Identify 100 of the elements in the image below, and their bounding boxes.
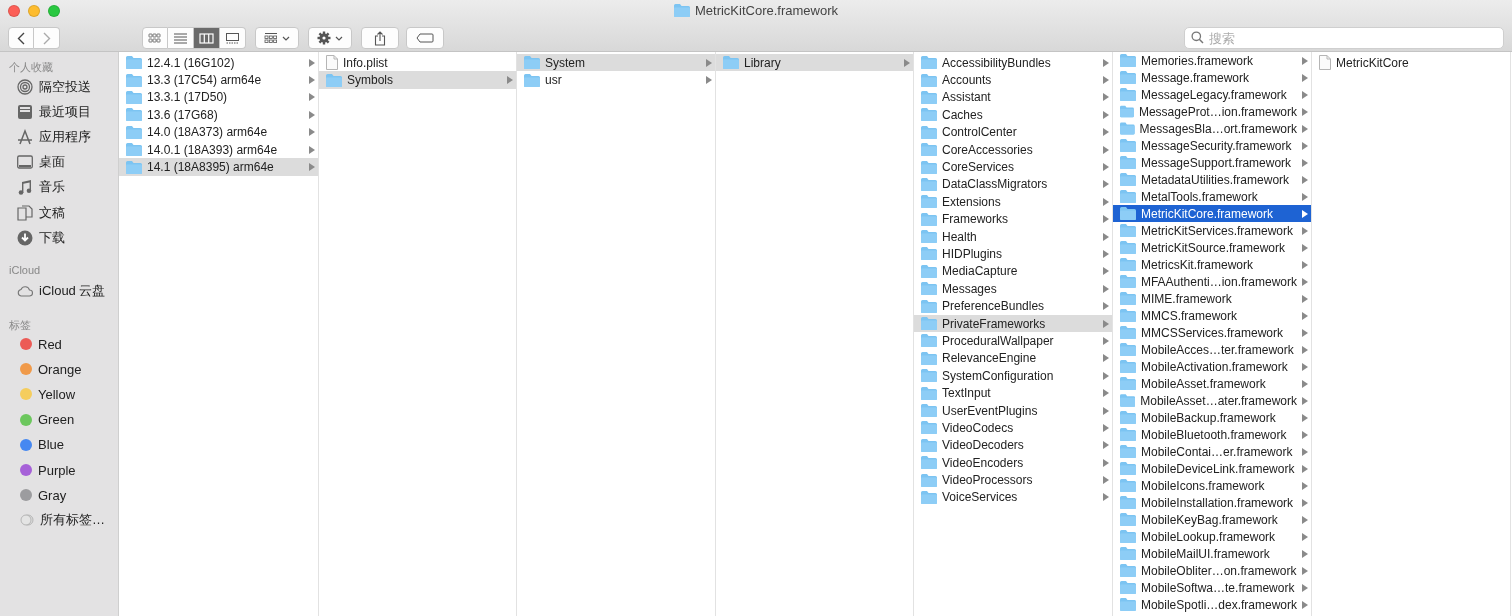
- file-row[interactable]: MobileLookup.framework: [1113, 528, 1311, 545]
- file-row[interactable]: UserEventPlugins: [914, 401, 1112, 420]
- file-row[interactable]: SystemConfiguration: [914, 367, 1112, 385]
- file-row[interactable]: MobileMailUI.framework: [1113, 545, 1311, 562]
- selected-row[interactable]: Symbols: [319, 71, 516, 89]
- file-row[interactable]: MediaCapture: [914, 262, 1112, 281]
- file-row[interactable]: 12.4.1 (16G102): [119, 54, 318, 72]
- file-row[interactable]: TextInput: [914, 384, 1112, 402]
- file-row[interactable]: MetadataUtilities.framework: [1113, 171, 1311, 188]
- search-field[interactable]: 搜索: [1184, 27, 1504, 49]
- zoom-button[interactable]: [48, 5, 60, 17]
- sidebar-item[interactable]: 桌面: [39, 153, 65, 172]
- file-row[interactable]: 13.3 (17C54) arm64e: [119, 71, 318, 89]
- file-row[interactable]: RelevanceEngine: [914, 349, 1112, 368]
- file-row[interactable]: Memories.framework: [1113, 52, 1311, 69]
- file-row[interactable]: usr: [517, 71, 715, 89]
- file-row[interactable]: Health: [914, 227, 1112, 246]
- file-row[interactable]: MIME.framework: [1113, 290, 1311, 307]
- sidebar-item[interactable]: 下载: [39, 228, 65, 247]
- file-row[interactable]: MetricKitSource.framework: [1113, 239, 1311, 256]
- file-row[interactable]: MobileObliter…on.framework: [1113, 562, 1311, 579]
- file-row[interactable]: MobileInstallation.framework: [1113, 494, 1311, 511]
- file-row[interactable]: MobileActivation.framework: [1113, 358, 1311, 375]
- file-row[interactable]: MFAAuthenti…ion.framework: [1113, 273, 1311, 290]
- file-row[interactable]: Extensions: [914, 193, 1112, 211]
- file-row[interactable]: CoreServices: [914, 158, 1112, 176]
- sidebar-item[interactable]: Green: [38, 412, 75, 428]
- file-row[interactable]: HIDPlugins: [914, 245, 1112, 263]
- sidebar-item[interactable]: 音乐: [39, 178, 65, 197]
- file-row[interactable]: VideoDecoders: [914, 436, 1112, 454]
- selected-row[interactable]: MetricKitCore.framework: [1113, 205, 1311, 222]
- sidebar-item[interactable]: 所有标签…: [40, 511, 105, 530]
- sidebar-item[interactable]: iCloud 云盘: [39, 281, 106, 300]
- file-row[interactable]: MobileDeviceLink.framework: [1113, 460, 1311, 477]
- sidebar-item[interactable]: Orange: [38, 361, 82, 377]
- file-row[interactable]: MobileAsset.framework: [1113, 375, 1311, 392]
- sidebar-item[interactable]: Yellow: [38, 386, 76, 402]
- file-row[interactable]: 13.6 (17G68): [119, 106, 318, 124]
- selected-row[interactable]: Library: [716, 54, 913, 72]
- file-row[interactable]: MobileSpotli…dex.framework: [1113, 596, 1311, 613]
- file-row[interactable]: MessageProt…ion.framework: [1113, 103, 1311, 120]
- file-row[interactable]: ControlCenter: [914, 123, 1112, 141]
- selected-row[interactable]: System: [517, 54, 715, 72]
- minimize-button[interactable]: [28, 5, 40, 17]
- view-mode-button[interactable]: [194, 27, 220, 49]
- file-row[interactable]: VideoProcessors: [914, 471, 1112, 489]
- file-row[interactable]: MMCSServices.framework: [1113, 324, 1311, 341]
- file-row[interactable]: Assistant: [914, 88, 1112, 107]
- file-row[interactable]: 14.0 (18A373) arm64e: [119, 123, 318, 141]
- file-row[interactable]: VoiceServices: [914, 488, 1112, 507]
- file-row[interactable]: MessageSupport.framework: [1113, 154, 1311, 171]
- back-button[interactable]: [8, 27, 34, 49]
- file-row[interactable]: MobileIcons.framework: [1113, 477, 1311, 494]
- file-row[interactable]: MessageSecurity.framework: [1113, 137, 1311, 154]
- file-row[interactable]: MobileAcces…ter.framework: [1113, 341, 1311, 358]
- file-row[interactable]: MMCS.framework: [1113, 307, 1311, 324]
- forward-button[interactable]: [34, 27, 60, 49]
- file-row[interactable]: MetricsKit.framework: [1113, 256, 1311, 273]
- file-row[interactable]: MobileBluetooth.framework: [1113, 426, 1311, 443]
- file-row[interactable]: VideoCodecs: [914, 419, 1112, 437]
- file-row[interactable]: MobileSoftwa…te.framework: [1113, 579, 1311, 596]
- tag-button[interactable]: [406, 27, 444, 49]
- sidebar-item[interactable]: Gray: [38, 487, 67, 503]
- file-row[interactable]: 14.0.1 (18A393) arm64e: [119, 140, 318, 159]
- view-mode-button[interactable]: [220, 27, 246, 49]
- share-button[interactable]: [361, 27, 399, 49]
- sidebar-item[interactable]: Red: [38, 336, 62, 352]
- group-button[interactable]: [255, 27, 299, 49]
- close-button[interactable]: [8, 5, 20, 17]
- selected-row[interactable]: 14.1 (18A8395) arm64e: [119, 158, 318, 176]
- file-row[interactable]: MetricKitCore: [1312, 54, 1510, 72]
- file-row[interactable]: Message.framework: [1113, 69, 1311, 86]
- sidebar-item[interactable]: 最近项目: [39, 102, 91, 121]
- file-row[interactable]: PreferenceBundles: [914, 297, 1112, 315]
- file-row[interactable]: Caches: [914, 106, 1112, 124]
- sidebar-item[interactable]: 文稿: [39, 203, 65, 222]
- file-row[interactable]: Info.plist: [319, 54, 516, 72]
- file-row[interactable]: MessagesBla…ort.framework: [1113, 120, 1311, 137]
- sidebar-item[interactable]: 应用程序: [39, 127, 91, 146]
- selected-row[interactable]: PrivateFrameworks: [914, 314, 1112, 333]
- file-row[interactable]: ProceduralWallpaper: [914, 332, 1112, 350]
- file-row[interactable]: MetalTools.framework: [1113, 188, 1311, 205]
- file-row[interactable]: Messages: [914, 280, 1112, 298]
- sidebar-item[interactable]: 隔空投送: [39, 77, 91, 96]
- file-row[interactable]: VideoEncoders: [914, 454, 1112, 472]
- file-row[interactable]: 13.3.1 (17D50): [119, 88, 318, 107]
- file-row[interactable]: MobileBackup.framework: [1113, 409, 1311, 426]
- file-row[interactable]: MetricKitServices.framework: [1113, 222, 1311, 239]
- file-row[interactable]: Frameworks: [914, 210, 1112, 228]
- file-row[interactable]: CoreAccessories: [914, 140, 1112, 159]
- file-row[interactable]: MobileAsset…ater.framework: [1113, 392, 1311, 409]
- file-row[interactable]: MobileContai…er.framework: [1113, 443, 1311, 460]
- file-row[interactable]: MobileKeyBag.framework: [1113, 511, 1311, 528]
- sidebar-item[interactable]: Blue: [38, 437, 65, 453]
- file-row[interactable]: AccessibilityBundles: [914, 54, 1112, 72]
- file-row[interactable]: MessageLegacy.framework: [1113, 86, 1311, 103]
- file-row[interactable]: DataClassMigrators: [914, 175, 1112, 194]
- action-button[interactable]: [308, 27, 352, 49]
- file-row[interactable]: Accounts: [914, 71, 1112, 89]
- sidebar-item[interactable]: Purple: [38, 462, 76, 478]
